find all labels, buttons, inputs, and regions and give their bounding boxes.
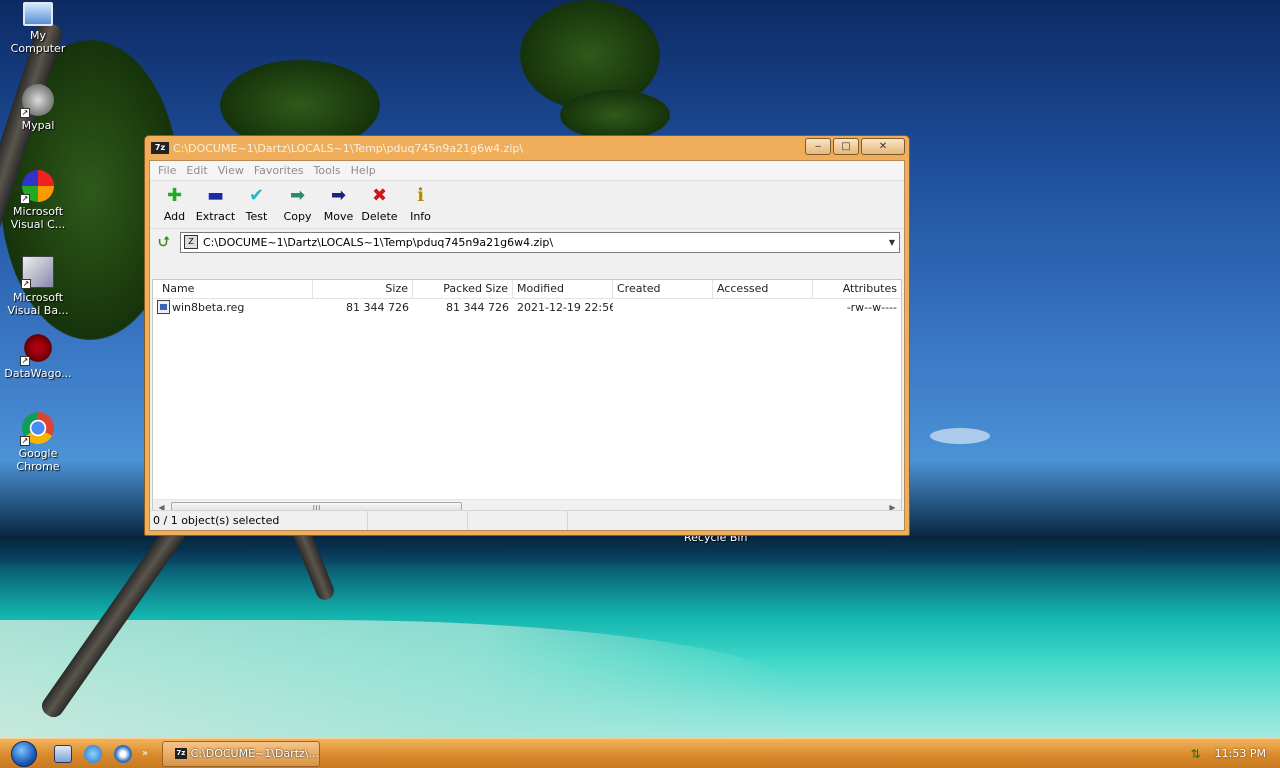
cell-attributes: -rw--w---- bbox=[846, 301, 897, 314]
column-accessed[interactable]: Accessed bbox=[713, 280, 813, 298]
7zip-app-icon: 7z bbox=[151, 142, 169, 154]
quicklaunch-show-desktop[interactable] bbox=[48, 739, 78, 768]
add-icon: ✚ bbox=[166, 185, 183, 206]
window-titlebar[interactable]: 7z C:\DOCUME~1\Dartz\LOCALS~1\Temp\pduq7… bbox=[149, 136, 905, 160]
copy-button[interactable]: ➡ Copy bbox=[277, 181, 318, 228]
delete-icon: ✖ bbox=[371, 185, 388, 206]
zip-file-icon: Z bbox=[184, 235, 198, 249]
move-button[interactable]: ➡ Move bbox=[318, 181, 359, 228]
shortcut-arrow-icon: ↗ bbox=[20, 108, 30, 118]
mypal-icon: ↗ bbox=[20, 84, 54, 118]
network-icon[interactable]: ⇅ bbox=[1191, 747, 1205, 761]
status-pane-2 bbox=[368, 511, 468, 530]
list-header: Name Size Packed Size Modified Created A… bbox=[153, 280, 901, 299]
status-pane-4 bbox=[568, 511, 904, 530]
menu-help[interactable]: Help bbox=[346, 164, 381, 177]
close-button[interactable]: ✕ bbox=[861, 137, 905, 155]
menu-file[interactable]: File bbox=[153, 164, 181, 177]
menu-tools[interactable]: Tools bbox=[309, 164, 346, 177]
shortcut-arrow-icon: ↗ bbox=[21, 279, 31, 289]
taskbar: » 7z C:\DOCUME~1\Dartz\... ⇅ 11:53 PM bbox=[0, 738, 1280, 768]
info-icon: ℹ bbox=[417, 185, 424, 206]
column-name[interactable]: Name bbox=[153, 280, 313, 298]
media-player-icon bbox=[114, 744, 132, 763]
cell-name: win8beta.reg bbox=[153, 299, 313, 317]
datawagon-icon: ↗ bbox=[20, 332, 54, 366]
column-created[interactable]: Created bbox=[613, 280, 713, 298]
cell-size: 81 344 726 bbox=[346, 301, 409, 314]
computer-icon bbox=[23, 2, 53, 26]
extract-button[interactable]: ▬ Extract bbox=[195, 181, 236, 228]
sea-horizon bbox=[0, 545, 1280, 565]
quicklaunch-chevron-icon[interactable]: » bbox=[138, 748, 152, 759]
shortcut-arrow-icon: ↗ bbox=[20, 194, 30, 204]
window-title: C:\DOCUME~1\Dartz\LOCALS~1\Temp\pduq745n… bbox=[173, 141, 524, 155]
address-bar[interactable]: Z C:\DOCUME~1\Dartz\LOCALS~1\Temp\pduq74… bbox=[180, 231, 900, 253]
cell-modified: 2021-12-19 22:56 bbox=[517, 301, 613, 314]
column-attributes[interactable]: Attributes bbox=[813, 280, 901, 298]
minimize-button[interactable]: ‒ bbox=[805, 137, 831, 155]
clock[interactable]: 11:53 PM bbox=[1215, 747, 1266, 760]
status-bar: 0 / 1 object(s) selected bbox=[150, 510, 904, 530]
desktop-icon-visual-c[interactable]: ↗ Microsoft Visual C... bbox=[2, 170, 74, 231]
quicklaunch-media[interactable] bbox=[108, 739, 138, 768]
toolbar: ✚ Add ▬ Extract ✔ Test ➡ Copy ➡ Move ✖ D… bbox=[150, 181, 904, 229]
shortcut-arrow-icon: ↗ bbox=[20, 436, 30, 446]
maximize-button[interactable]: □ bbox=[833, 137, 859, 155]
chrome-icon: ↗ bbox=[20, 412, 54, 446]
column-size[interactable]: Size bbox=[313, 280, 413, 298]
desktop-icon-datawagon[interactable]: ↗ DataWago... bbox=[2, 332, 74, 380]
cell-packed-size: 81 344 726 bbox=[446, 301, 509, 314]
shortcut-arrow-icon: ↗ bbox=[20, 356, 30, 366]
desktop-icon-visual-basic[interactable]: ↗ Microsoft Visual Ba... bbox=[2, 256, 74, 317]
palm-frond bbox=[560, 90, 670, 140]
menu-view[interactable]: View bbox=[213, 164, 249, 177]
test-icon: ✔ bbox=[248, 185, 265, 206]
quicklaunch-ie[interactable] bbox=[78, 739, 108, 768]
move-icon: ➡ bbox=[330, 185, 347, 206]
internet-explorer-icon bbox=[84, 744, 102, 763]
desktop-icon-my-computer[interactable]: My Computer bbox=[2, 2, 74, 55]
system-tray: ⇅ 11:53 PM bbox=[1191, 739, 1280, 768]
folder-up-icon[interactable]: ⮍ bbox=[154, 232, 174, 252]
copy-icon: ➡ bbox=[289, 185, 306, 206]
file-list: Name Size Packed Size Modified Created A… bbox=[152, 279, 902, 517]
beach-sand bbox=[0, 620, 800, 740]
status-selection: 0 / 1 object(s) selected bbox=[150, 511, 368, 530]
show-desktop-icon bbox=[54, 744, 72, 763]
registry-file-icon bbox=[157, 300, 170, 314]
visual-c-icon: ↗ bbox=[20, 170, 54, 204]
add-button[interactable]: ✚ Add bbox=[154, 181, 195, 228]
column-modified[interactable]: Modified bbox=[513, 280, 613, 298]
info-button[interactable]: ℹ Info bbox=[400, 181, 441, 228]
windows-orb-icon bbox=[11, 740, 37, 767]
cloud bbox=[930, 428, 990, 444]
menu-favorites[interactable]: Favorites bbox=[249, 164, 309, 177]
visual-basic-icon: ↗ bbox=[21, 256, 54, 289]
desktop-icon-chrome[interactable]: ↗ Google Chrome bbox=[2, 412, 74, 473]
extract-icon: ▬ bbox=[206, 185, 224, 206]
chevron-down-icon[interactable]: ▼ bbox=[885, 238, 899, 247]
table-row[interactable]: win8beta.reg 81 344 726 81 344 726 2021-… bbox=[153, 299, 901, 317]
delete-button[interactable]: ✖ Delete bbox=[359, 181, 400, 228]
start-button[interactable] bbox=[0, 739, 48, 768]
menu-bar: File Edit View Favorites Tools Help bbox=[150, 161, 904, 181]
status-pane-3 bbox=[468, 511, 568, 530]
desktop-icon-mypal[interactable]: ↗ Mypal bbox=[2, 84, 74, 132]
menu-edit[interactable]: Edit bbox=[181, 164, 212, 177]
7zip-app-icon: 7z bbox=[175, 748, 187, 759]
address-path: C:\DOCUME~1\Dartz\LOCALS~1\Temp\pduq745n… bbox=[203, 235, 554, 249]
address-row: ⮍ Z C:\DOCUME~1\Dartz\LOCALS~1\Temp\pduq… bbox=[150, 229, 904, 255]
test-button[interactable]: ✔ Test bbox=[236, 181, 277, 228]
column-packed-size[interactable]: Packed Size bbox=[413, 280, 513, 298]
7zip-window: 7z C:\DOCUME~1\Dartz\LOCALS~1\Temp\pduq7… bbox=[144, 135, 910, 536]
window-client: File Edit View Favorites Tools Help ✚ Ad… bbox=[149, 160, 905, 531]
taskbar-7zip-button[interactable]: 7z C:\DOCUME~1\Dartz\... bbox=[162, 740, 320, 767]
